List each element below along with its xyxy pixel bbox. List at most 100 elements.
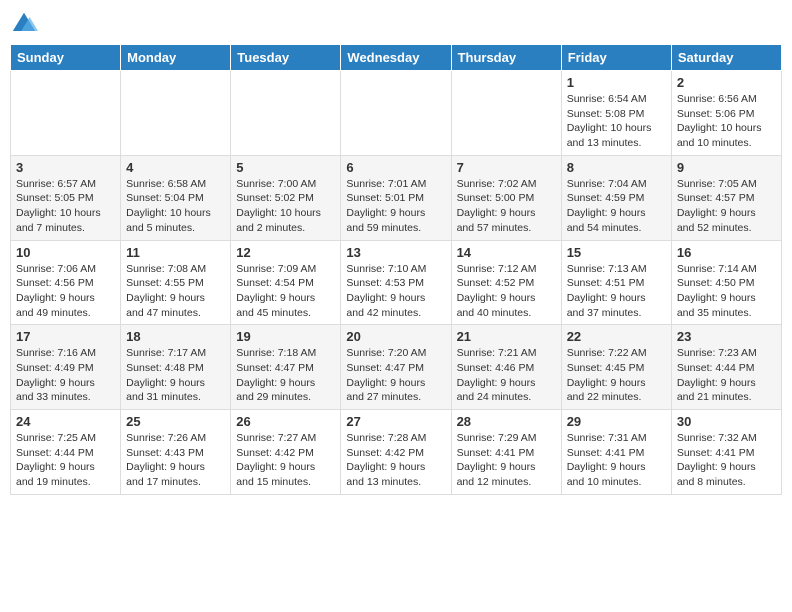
day-info: Sunrise: 7:02 AM Sunset: 5:00 PM Dayligh… xyxy=(457,177,556,236)
calendar-cell: 24 Sunrise: 7:25 AM Sunset: 4:44 PM Dayli… xyxy=(11,410,121,495)
day-number: 27 xyxy=(346,414,445,429)
calendar-cell: 18 Sunrise: 7:17 AM Sunset: 4:48 PM Dayli… xyxy=(121,325,231,410)
day-info: Sunrise: 7:13 AM Sunset: 4:51 PM Dayligh… xyxy=(567,262,666,321)
day-header-thursday: Thursday xyxy=(451,45,561,71)
day-number: 15 xyxy=(567,245,666,260)
day-number: 14 xyxy=(457,245,556,260)
day-number: 19 xyxy=(236,329,335,344)
day-info: Sunrise: 7:16 AM Sunset: 4:49 PM Dayligh… xyxy=(16,346,115,405)
calendar-cell: 9Sunrise: 7:05 AM Sunset: 4:57 PM Daylig… xyxy=(671,155,781,240)
day-info: Sunrise: 7:21 AM Sunset: 4:46 PM Dayligh… xyxy=(457,346,556,405)
day-header-tuesday: Tuesday xyxy=(231,45,341,71)
day-number: 1 xyxy=(567,75,666,90)
day-number: 17 xyxy=(16,329,115,344)
calendar-cell: 14 Sunrise: 7:12 AM Sunset: 4:52 PM Dayli… xyxy=(451,240,561,325)
day-number: 7 xyxy=(457,160,556,175)
day-info: Sunrise: 7:09 AM Sunset: 4:54 PM Dayligh… xyxy=(236,262,335,321)
calendar: SundayMondayTuesdayWednesdayThursdayFrid… xyxy=(10,44,782,495)
day-info: Sunrise: 7:31 AM Sunset: 4:41 PM Dayligh… xyxy=(567,431,666,490)
logo-icon xyxy=(10,10,38,38)
day-info: Sunrise: 7:29 AM Sunset: 4:41 PM Dayligh… xyxy=(457,431,556,490)
day-info: Sunrise: 6:57 AM Sunset: 5:05 PM Dayligh… xyxy=(16,177,115,236)
calendar-cell: 8 Sunrise: 7:04 AM Sunset: 4:59 PM Daylig… xyxy=(561,155,671,240)
calendar-cell: 12 Sunrise: 7:09 AM Sunset: 4:54 PM Dayli… xyxy=(231,240,341,325)
day-info: Sunrise: 7:01 AM Sunset: 5:01 PM Dayligh… xyxy=(346,177,445,236)
calendar-cell: 28 Sunrise: 7:29 AM Sunset: 4:41 PM Dayli… xyxy=(451,410,561,495)
day-info: Sunrise: 6:58 AM Sunset: 5:04 PM Dayligh… xyxy=(126,177,225,236)
day-number: 29 xyxy=(567,414,666,429)
calendar-cell: 16 Sunrise: 7:14 AM Sunset: 4:50 PM Dayli… xyxy=(671,240,781,325)
day-info: Sunrise: 7:12 AM Sunset: 4:52 PM Dayligh… xyxy=(457,262,556,321)
calendar-cell xyxy=(231,71,341,156)
calendar-week-row: 10 Sunrise: 7:06 AM Sunset: 4:56 PM Dayli… xyxy=(11,240,782,325)
day-number: 30 xyxy=(677,414,776,429)
calendar-cell xyxy=(11,71,121,156)
day-number: 18 xyxy=(126,329,225,344)
day-info: Sunrise: 7:26 AM Sunset: 4:43 PM Dayligh… xyxy=(126,431,225,490)
calendar-week-row: 17 Sunrise: 7:16 AM Sunset: 4:49 PM Dayli… xyxy=(11,325,782,410)
day-info: Sunrise: 7:06 AM Sunset: 4:56 PM Dayligh… xyxy=(16,262,115,321)
calendar-cell: 21 Sunrise: 7:21 AM Sunset: 4:46 PM Dayli… xyxy=(451,325,561,410)
day-header-saturday: Saturday xyxy=(671,45,781,71)
day-info: Sunrise: 7:05 AM Sunset: 4:57 PM Dayligh… xyxy=(677,177,776,236)
calendar-cell: 26Sunrise: 7:27 AM Sunset: 4:42 PM Dayli… xyxy=(231,410,341,495)
day-info: Sunrise: 7:23 AM Sunset: 4:44 PM Dayligh… xyxy=(677,346,776,405)
calendar-cell: 13 Sunrise: 7:10 AM Sunset: 4:53 PM Dayli… xyxy=(341,240,451,325)
calendar-cell: 1Sunrise: 6:54 AM Sunset: 5:08 PM Daylig… xyxy=(561,71,671,156)
day-info: Sunrise: 7:10 AM Sunset: 4:53 PM Dayligh… xyxy=(346,262,445,321)
day-info: Sunrise: 7:27 AM Sunset: 4:42 PM Dayligh… xyxy=(236,431,335,490)
day-number: 24 xyxy=(16,414,115,429)
calendar-cell: 30 Sunrise: 7:32 AM Sunset: 4:41 PM Dayli… xyxy=(671,410,781,495)
calendar-cell xyxy=(341,71,451,156)
day-info: Sunrise: 7:20 AM Sunset: 4:47 PM Dayligh… xyxy=(346,346,445,405)
calendar-cell: 2 Sunrise: 6:56 AM Sunset: 5:06 PM Daylig… xyxy=(671,71,781,156)
header xyxy=(10,10,782,38)
day-info: Sunrise: 7:17 AM Sunset: 4:48 PM Dayligh… xyxy=(126,346,225,405)
day-number: 11 xyxy=(126,245,225,260)
day-header-sunday: Sunday xyxy=(11,45,121,71)
day-number: 20 xyxy=(346,329,445,344)
calendar-week-row: 3 Sunrise: 6:57 AM Sunset: 5:05 PM Daylig… xyxy=(11,155,782,240)
calendar-cell: 3 Sunrise: 6:57 AM Sunset: 5:05 PM Daylig… xyxy=(11,155,121,240)
day-number: 12 xyxy=(236,245,335,260)
day-info: Sunrise: 7:28 AM Sunset: 4:42 PM Dayligh… xyxy=(346,431,445,490)
day-info: Sunrise: 7:04 AM Sunset: 4:59 PM Dayligh… xyxy=(567,177,666,236)
calendar-cell: 23 Sunrise: 7:23 AM Sunset: 4:44 PM Dayli… xyxy=(671,325,781,410)
day-header-wednesday: Wednesday xyxy=(341,45,451,71)
day-number: 4 xyxy=(126,160,225,175)
day-number: 10 xyxy=(16,245,115,260)
calendar-cell: 4 Sunrise: 6:58 AM Sunset: 5:04 PM Daylig… xyxy=(121,155,231,240)
calendar-cell: 17 Sunrise: 7:16 AM Sunset: 4:49 PM Dayli… xyxy=(11,325,121,410)
calendar-week-row: 24 Sunrise: 7:25 AM Sunset: 4:44 PM Dayli… xyxy=(11,410,782,495)
calendar-cell: 19Sunrise: 7:18 AM Sunset: 4:47 PM Dayli… xyxy=(231,325,341,410)
calendar-cell: 7 Sunrise: 7:02 AM Sunset: 5:00 PM Daylig… xyxy=(451,155,561,240)
day-number: 22 xyxy=(567,329,666,344)
calendar-week-row: 1Sunrise: 6:54 AM Sunset: 5:08 PM Daylig… xyxy=(11,71,782,156)
calendar-cell: 20 Sunrise: 7:20 AM Sunset: 4:47 PM Dayli… xyxy=(341,325,451,410)
calendar-cell xyxy=(451,71,561,156)
calendar-cell: 6 Sunrise: 7:01 AM Sunset: 5:01 PM Daylig… xyxy=(341,155,451,240)
logo xyxy=(10,10,42,38)
day-number: 6 xyxy=(346,160,445,175)
day-info: Sunrise: 7:25 AM Sunset: 4:44 PM Dayligh… xyxy=(16,431,115,490)
day-info: Sunrise: 7:32 AM Sunset: 4:41 PM Dayligh… xyxy=(677,431,776,490)
calendar-cell: 27 Sunrise: 7:28 AM Sunset: 4:42 PM Dayli… xyxy=(341,410,451,495)
day-header-monday: Monday xyxy=(121,45,231,71)
day-number: 28 xyxy=(457,414,556,429)
calendar-cell xyxy=(121,71,231,156)
day-number: 3 xyxy=(16,160,115,175)
day-number: 25 xyxy=(126,414,225,429)
day-number: 21 xyxy=(457,329,556,344)
calendar-cell: 25 Sunrise: 7:26 AM Sunset: 4:43 PM Dayli… xyxy=(121,410,231,495)
day-number: 13 xyxy=(346,245,445,260)
calendar-cell: 10 Sunrise: 7:06 AM Sunset: 4:56 PM Dayli… xyxy=(11,240,121,325)
day-info: Sunrise: 7:00 AM Sunset: 5:02 PM Dayligh… xyxy=(236,177,335,236)
day-info: Sunrise: 7:14 AM Sunset: 4:50 PM Dayligh… xyxy=(677,262,776,321)
calendar-cell: 15 Sunrise: 7:13 AM Sunset: 4:51 PM Dayli… xyxy=(561,240,671,325)
day-number: 5 xyxy=(236,160,335,175)
day-info: Sunrise: 6:56 AM Sunset: 5:06 PM Dayligh… xyxy=(677,92,776,151)
day-number: 16 xyxy=(677,245,776,260)
day-number: 2 xyxy=(677,75,776,90)
day-number: 8 xyxy=(567,160,666,175)
day-number: 23 xyxy=(677,329,776,344)
